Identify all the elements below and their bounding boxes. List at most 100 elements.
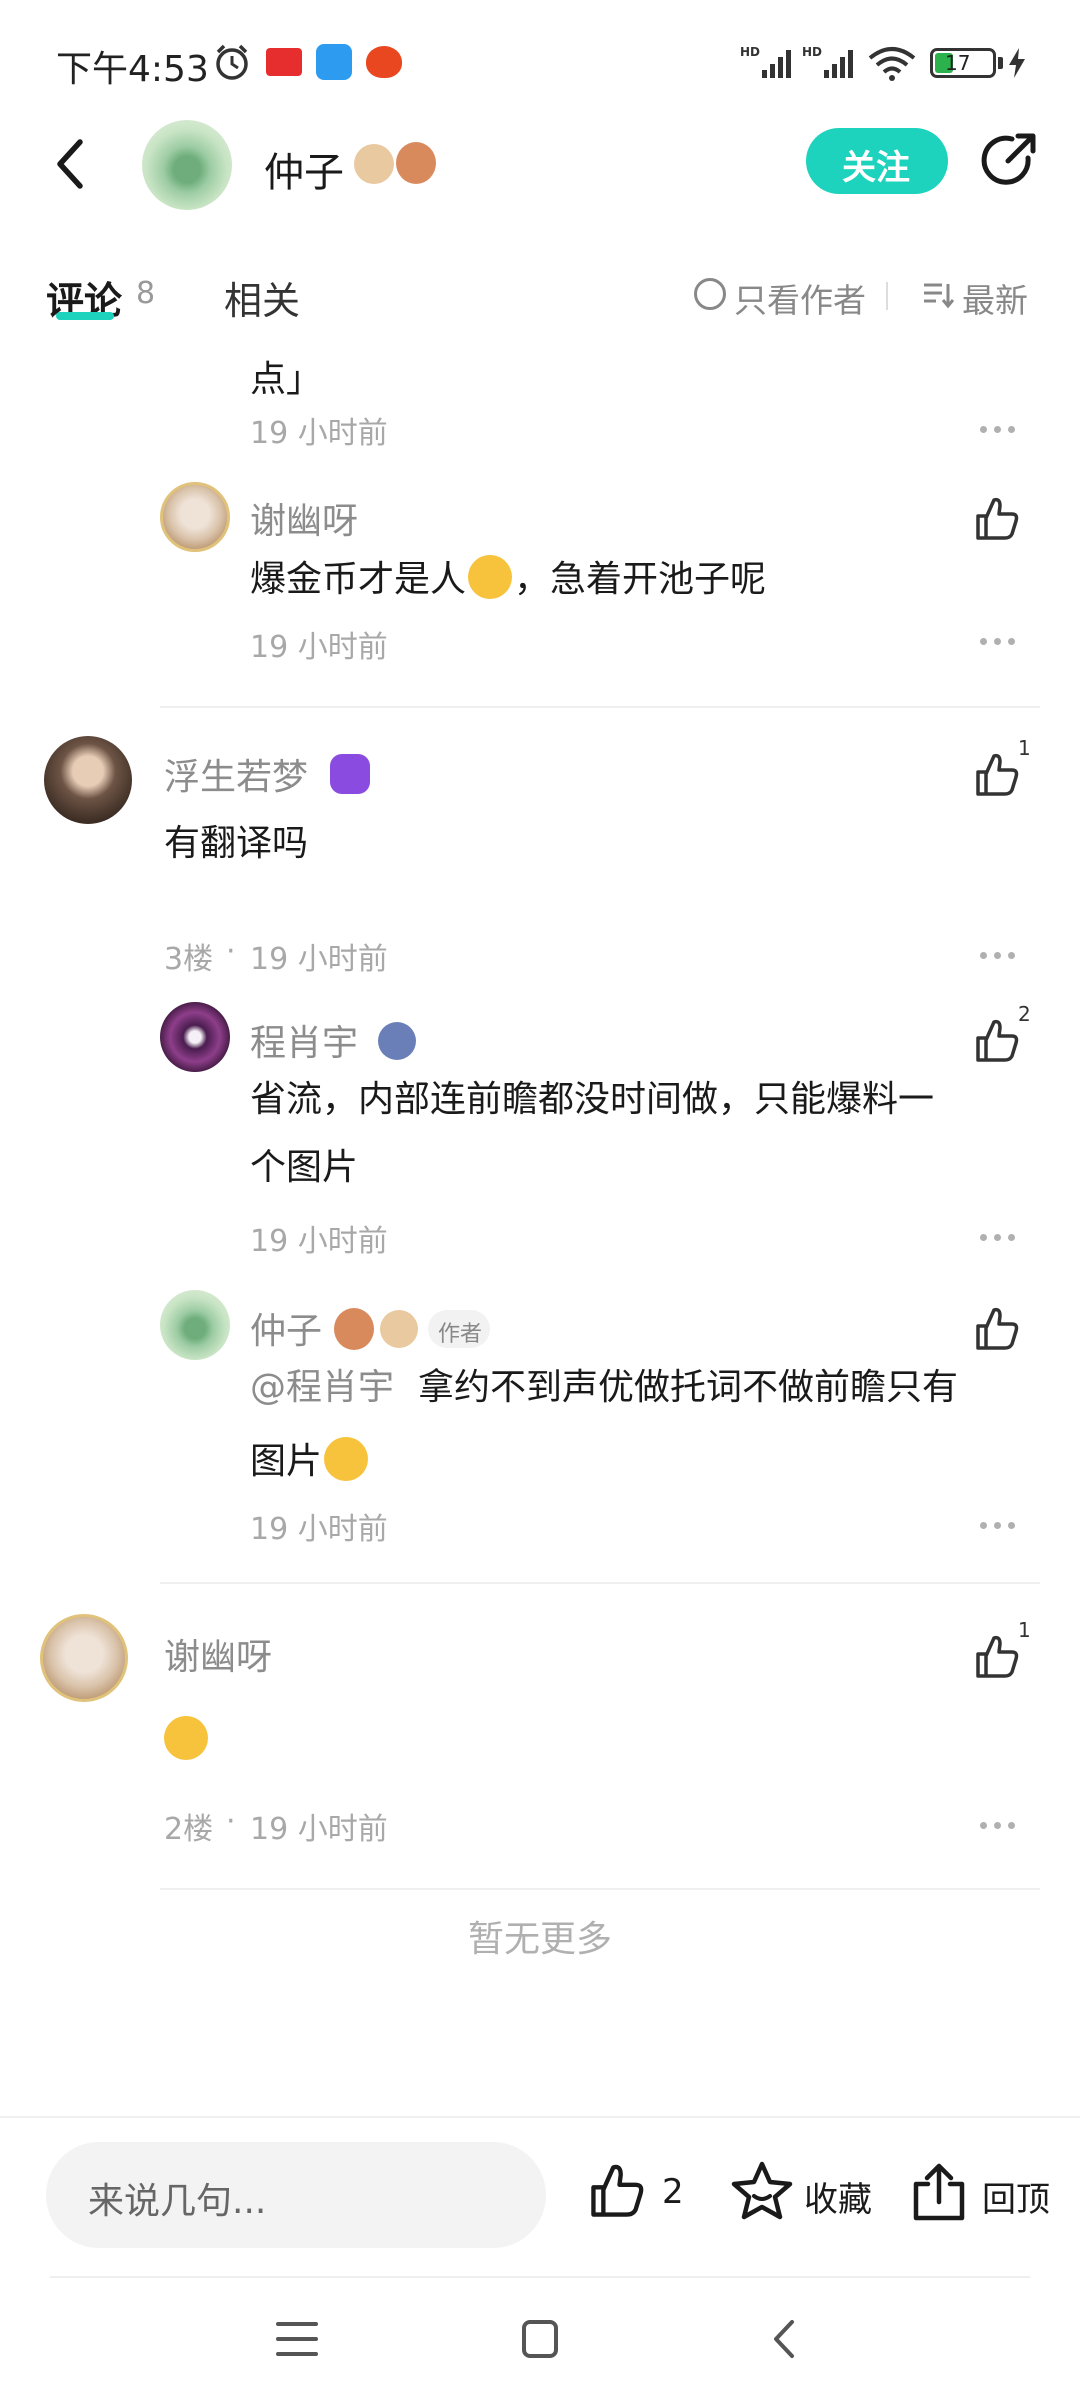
character-badge <box>396 142 436 184</box>
sort-toggle[interactable]: 最新 <box>918 276 1038 320</box>
crying-emoji-icon <box>324 1437 369 1481</box>
more-options-icon[interactable] <box>978 634 1018 648</box>
comment-input[interactable]: 来说几句... <box>46 2142 546 2248</box>
back-to-top-label: 回顶 <box>982 2180 1050 2220</box>
divider <box>160 706 1040 708</box>
level-badge <box>380 1310 418 1348</box>
comment-tabs: 评论 8 相关 只看作者 最新 <box>0 250 1080 340</box>
character-badge <box>334 1308 374 1350</box>
svg-text:HD: HD <box>802 45 822 59</box>
no-more-text: 暂无更多 <box>467 1919 612 1960</box>
sort-label: 最新 <box>962 281 1028 320</box>
reply-avatar[interactable] <box>160 1290 230 1360</box>
more-options-icon[interactable] <box>978 1230 1018 1244</box>
reply-time: 19 小时前 <box>250 630 388 665</box>
battery-level: 17 <box>945 51 971 75</box>
reply-time: 19 小时前 <box>250 1512 388 1547</box>
reply-text-line2: 图片 <box>250 1428 369 1496</box>
collect-label: 收藏 <box>804 2180 872 2220</box>
svg-text:HD: HD <box>740 45 760 59</box>
nav-back-icon[interactable] <box>768 2318 798 2360</box>
comment-time: 19 小时前 <box>250 1812 388 1847</box>
comment-avatar[interactable] <box>40 1614 128 1702</box>
comment-floor: 3楼 <box>164 942 214 977</box>
follow-button[interactable]: 关注 <box>806 128 948 194</box>
star-icon <box>731 2161 793 2220</box>
comment-author-name[interactable]: 浮生若梦 <box>164 748 308 800</box>
author-only-toggle[interactable]: 只看作者 <box>688 276 868 320</box>
level-badge <box>354 144 394 184</box>
reply-text-line1: @程肖宇 拿约不到声优做托词不做前瞻只有 <box>250 1354 958 1422</box>
comment-time: 19 小时前 <box>250 942 388 977</box>
like-count: 2 <box>1018 1002 1031 1026</box>
comment-author-name[interactable]: 谢幽呀 <box>164 1628 272 1680</box>
comment-floor: 2楼 <box>164 1812 214 1847</box>
status-time: 下午4:53 <box>56 49 209 90</box>
divider <box>160 1888 1040 1890</box>
wifi-icon <box>868 47 916 81</box>
tab-active-underline <box>56 312 114 320</box>
reply-item: 谢幽呀 爆金币才是人 ，急着开池子呢 19 小时前 <box>0 470 1080 670</box>
reply-text-part2: 图片 <box>250 1441 323 1482</box>
pumpkin-app-icon <box>366 46 402 78</box>
author-tag: 作者 <box>428 1310 490 1348</box>
reply-author-name[interactable]: 谢幽呀 <box>250 492 358 544</box>
smirk-emoji-icon <box>468 555 513 599</box>
comment-item: 浮生若梦 1 有翻译吗 3楼 · 19 小时前 <box>0 726 1080 977</box>
home-square-icon[interactable] <box>520 2318 560 2360</box>
like-count: 1 <box>1018 1618 1031 1642</box>
mention-link[interactable]: @程肖宇 <box>250 1367 394 1408</box>
reply-time: 19 小时前 <box>250 416 388 451</box>
like-icon[interactable] <box>972 1632 1022 1682</box>
reply-time: 19 小时前 <box>250 1224 388 1259</box>
author-name[interactable]: 仲子 <box>264 140 344 198</box>
post-like-count: 2 <box>662 2172 684 2212</box>
more-options-icon[interactable] <box>978 1518 1018 1532</box>
tab-related[interactable]: 相关 <box>224 270 300 325</box>
taptap-badge-icon <box>378 1022 416 1060</box>
comment-list: 点」 19 小时前 谢幽呀 爆金币才是人 ，急着开池子呢 19 小时前 浮生若梦 … <box>0 340 1080 2080</box>
meta-separator: · <box>226 1804 236 1839</box>
like-count: 1 <box>1018 736 1031 760</box>
reply-text: 爆金币才是人 ，急着开池子呢 <box>250 546 766 614</box>
back-arrow-icon[interactable] <box>50 138 90 190</box>
comment-item: 谢幽呀 1 2楼 · 19 小时前 <box>0 1604 1080 1847</box>
like-icon[interactable] <box>972 494 1022 544</box>
author-only-label: 只看作者 <box>734 281 866 320</box>
comments-count: 8 <box>136 276 156 311</box>
reply-text-line2: 个图片 <box>250 1147 359 1188</box>
comment-avatar[interactable] <box>44 736 132 824</box>
app-notification-icon <box>316 44 352 80</box>
divider <box>160 1582 1040 1584</box>
like-icon[interactable] <box>972 1304 1022 1354</box>
reply-text-part2: ，急着开池子呢 <box>514 559 767 600</box>
collect-button[interactable]: 收藏 <box>730 2160 880 2226</box>
comment-text: 有翻译吗 <box>164 823 309 864</box>
reply-text-part1: 爆金币才是人 <box>250 559 467 600</box>
toutiao-app-icon <box>266 48 302 76</box>
author-avatar[interactable] <box>142 120 232 210</box>
alarm-icon <box>216 44 248 80</box>
like-icon[interactable] <box>972 750 1022 800</box>
like-post-button[interactable]: 2 <box>586 2160 696 2226</box>
reply-author-name[interactable]: 程肖宇 <box>250 1014 358 1066</box>
more-options-icon[interactable] <box>978 1818 1018 1832</box>
radio-circle-icon <box>694 278 726 310</box>
system-nav-bar <box>0 2280 1080 2400</box>
reply-avatar[interactable] <box>160 482 230 552</box>
reply-author-name[interactable]: 仲子 <box>250 1302 322 1354</box>
comment-input-placeholder: 来说几句... <box>88 2181 267 2222</box>
upload-arrow-icon <box>913 2163 965 2221</box>
more-options-icon[interactable] <box>978 948 1018 962</box>
reply-text-partial: 点」 <box>250 359 323 400</box>
more-options-icon[interactable] <box>978 422 1018 436</box>
reply-item: 程肖宇 2 省流，内部连前瞻都没时间做，只能爆料一 个图片 19 小时前 <box>0 992 1080 1272</box>
share-icon[interactable] <box>978 130 1040 192</box>
back-to-top-button[interactable]: 回顶 <box>910 2160 1050 2226</box>
menu-icon[interactable] <box>276 2320 318 2358</box>
game-badge-icon <box>330 754 370 794</box>
reply-avatar[interactable] <box>160 1002 230 1072</box>
top-app-bar: 仲子 关注 <box>0 120 1080 250</box>
like-icon[interactable] <box>972 1016 1022 1066</box>
reply-text-part1: 拿约不到声优做托词不做前瞻只有 <box>418 1367 959 1408</box>
